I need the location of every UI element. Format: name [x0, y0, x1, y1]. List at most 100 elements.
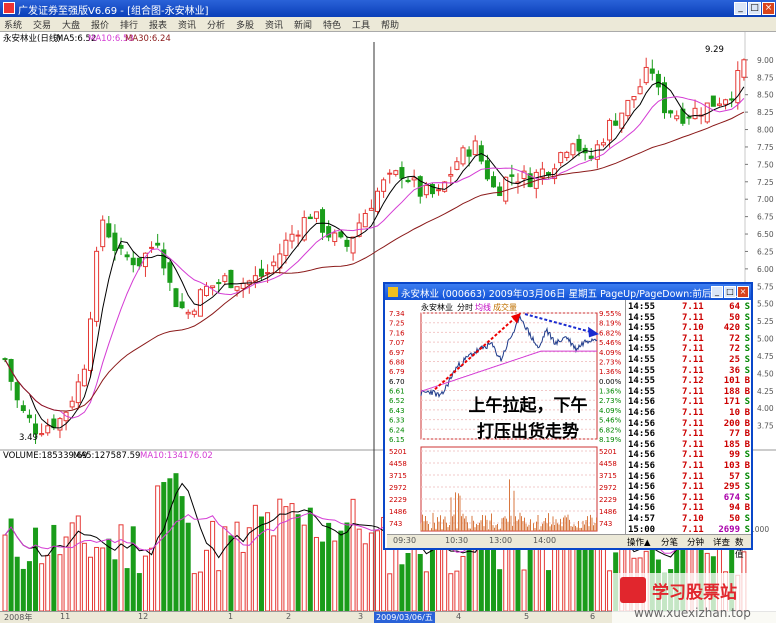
tick-side: S	[744, 471, 750, 482]
app-window: 广发证券至强版V6.69 - [组合图-永安林业] _ □ × 系统 交易 大盘 报价…	[0, 0, 776, 623]
tick-row[interactable]: 14:55 7.11 50 S	[626, 313, 752, 324]
volume-bar	[106, 538, 112, 612]
candle-body	[344, 239, 350, 247]
menu-item[interactable]: 新闻	[294, 18, 312, 31]
tick-tab-2[interactable]: 分钟	[687, 536, 704, 548]
tick-time: 14:56	[628, 492, 656, 503]
tick-row[interactable]: 14:56 7.11 94 B	[626, 503, 752, 514]
tick-row[interactable]: 14:56 7.11 171 S	[626, 397, 752, 408]
menu-item[interactable]: 大盘	[62, 18, 80, 31]
candle-body	[155, 242, 161, 246]
tick-volume: 50	[729, 312, 740, 323]
menu-item[interactable]: 多股	[236, 18, 254, 31]
candle-body	[191, 310, 197, 315]
volume-bar	[320, 541, 326, 612]
tick-tab-1[interactable]: 分笔	[661, 536, 678, 548]
candle-body	[258, 268, 264, 277]
tick-row[interactable]: 14:56 7.11 10 B	[626, 408, 752, 419]
tick-time: 14:56	[628, 503, 656, 514]
candle-body	[222, 275, 228, 282]
tick-tab-4[interactable]: 数值	[735, 536, 751, 560]
volume-bar	[118, 524, 124, 612]
candle-body	[387, 172, 393, 175]
popup-title-bar: 永安林业 (000663) 2009年03月06日 星期五 PageUp/Pag…	[385, 284, 751, 300]
tick-row[interactable]: 14:55 7.11 25 S	[626, 355, 752, 366]
tab-volume[interactable]: 成交量	[493, 302, 517, 312]
price-axis-label: 9.00	[757, 56, 774, 65]
popup-restore-button[interactable]: □	[724, 286, 736, 298]
tick-price: 7.11	[682, 492, 704, 503]
menu-item[interactable]: 资讯	[265, 18, 283, 31]
tick-row[interactable]: 14:55 7.11 72 S	[626, 344, 752, 355]
price-axis-label: 4.00	[757, 404, 774, 413]
tick-volume: 103	[723, 461, 740, 471]
tick-row[interactable]: 14:56 7.11 185 B	[626, 440, 752, 451]
volume-bar	[460, 555, 466, 612]
volume-bar	[350, 498, 356, 612]
menu-bar: 系统 交易 大盘 报价 排行 报表 资讯 分析 多股 资讯 新闻 特色 工具 帮助	[0, 17, 776, 32]
candle-body	[216, 282, 222, 285]
tick-row[interactable]: 14:56 7.11 295 S	[626, 482, 752, 493]
tick-row[interactable]: 14:56 7.11 77 B	[626, 429, 752, 440]
close-button[interactable]: ×	[762, 2, 775, 15]
menu-item[interactable]: 排行	[120, 18, 138, 31]
menu-item[interactable]: 工具	[352, 18, 370, 31]
tab-average-line[interactable]: 均线	[475, 302, 491, 312]
tick-row[interactable]: 14:55 7.10 420 S	[626, 323, 752, 334]
tick-price: 7.11	[682, 418, 704, 429]
volume-bar	[222, 526, 228, 612]
tick-row[interactable]: 14:57 7.10 50 S	[626, 514, 752, 525]
price-axis-label: 4.25	[757, 387, 774, 396]
tick-tab-3[interactable]: 详查	[713, 536, 730, 548]
candle-body	[570, 143, 576, 156]
intraday-pct-label: 9.55%	[599, 310, 622, 318]
tick-list[interactable]: 14:55 7.11 64 S 14:55 7.11 50 S 14:55 7.10 420 S 14:…	[625, 300, 752, 535]
tick-row[interactable]: 14:55 7.11 188 B	[626, 387, 752, 398]
intraday-time-axis: 09:30 10:30 13:00 14:00	[387, 534, 625, 548]
tick-row[interactable]: 14:55 7.12 101 B	[626, 376, 752, 387]
tick-side: S	[744, 333, 750, 344]
minimize-button[interactable]: _	[734, 2, 747, 15]
intraday-vol-label: 5201	[389, 448, 407, 456]
popup-title: 永安林业 (000663) 2009年03月06日 星期五 PageUp/Pag…	[401, 289, 745, 300]
menu-item[interactable]: 分析	[207, 18, 225, 31]
intraday-price-label: 6.79	[389, 368, 405, 376]
volume-bar	[100, 547, 106, 612]
volume-bar	[240, 551, 246, 612]
tick-side: S	[744, 312, 750, 323]
tick-row[interactable]: 14:56 7.11 99 S	[626, 450, 752, 461]
tick-price: 7.11	[682, 482, 704, 493]
menu-item[interactable]: 报价	[91, 18, 109, 31]
popup-minimize-button[interactable]: _	[711, 286, 723, 298]
tick-row[interactable]: 14:55 7.11 72 S	[626, 334, 752, 345]
tick-row[interactable]: 14:56 7.11 674 S	[626, 493, 752, 504]
tab-intraday-time[interactable]: 分时	[457, 302, 473, 312]
volume-bar	[362, 543, 368, 612]
tick-row[interactable]: 14:56 7.11 57 S	[626, 472, 752, 483]
tick-tab-0[interactable]: 操作▲	[627, 536, 651, 548]
menu-item[interactable]: 特色	[323, 18, 341, 31]
volume-bar	[33, 527, 39, 612]
tick-row[interactable]: 14:56 7.11 103 B	[626, 461, 752, 472]
candle-body	[338, 231, 344, 238]
menu-item[interactable]: 资讯	[178, 18, 196, 31]
tick-time: 14:55	[628, 333, 656, 344]
volume-bar	[124, 568, 130, 612]
price-axis-label: 5.25	[757, 317, 774, 326]
menu-item[interactable]: 报表	[149, 18, 167, 31]
tick-price: 7.11	[682, 344, 704, 355]
restore-button[interactable]: □	[748, 2, 761, 15]
intraday-price-label: 6.15	[389, 436, 405, 444]
menu-item[interactable]: 交易	[33, 18, 51, 31]
tick-row[interactable]: 14:56 7.11 200 B	[626, 419, 752, 430]
price-axis-label: 5.00	[757, 335, 774, 344]
tick-side: S	[744, 323, 750, 334]
tick-row[interactable]: 14:55 7.11 64 S	[626, 302, 752, 313]
volume-bar	[497, 569, 503, 612]
tick-row[interactable]: 14:55 7.11 36 S	[626, 366, 752, 377]
menu-item[interactable]: 系统	[4, 18, 22, 31]
volume-bar	[356, 528, 362, 612]
candle-body	[81, 368, 87, 387]
popup-close-button[interactable]: ×	[737, 286, 749, 298]
menu-item[interactable]: 帮助	[381, 18, 399, 31]
